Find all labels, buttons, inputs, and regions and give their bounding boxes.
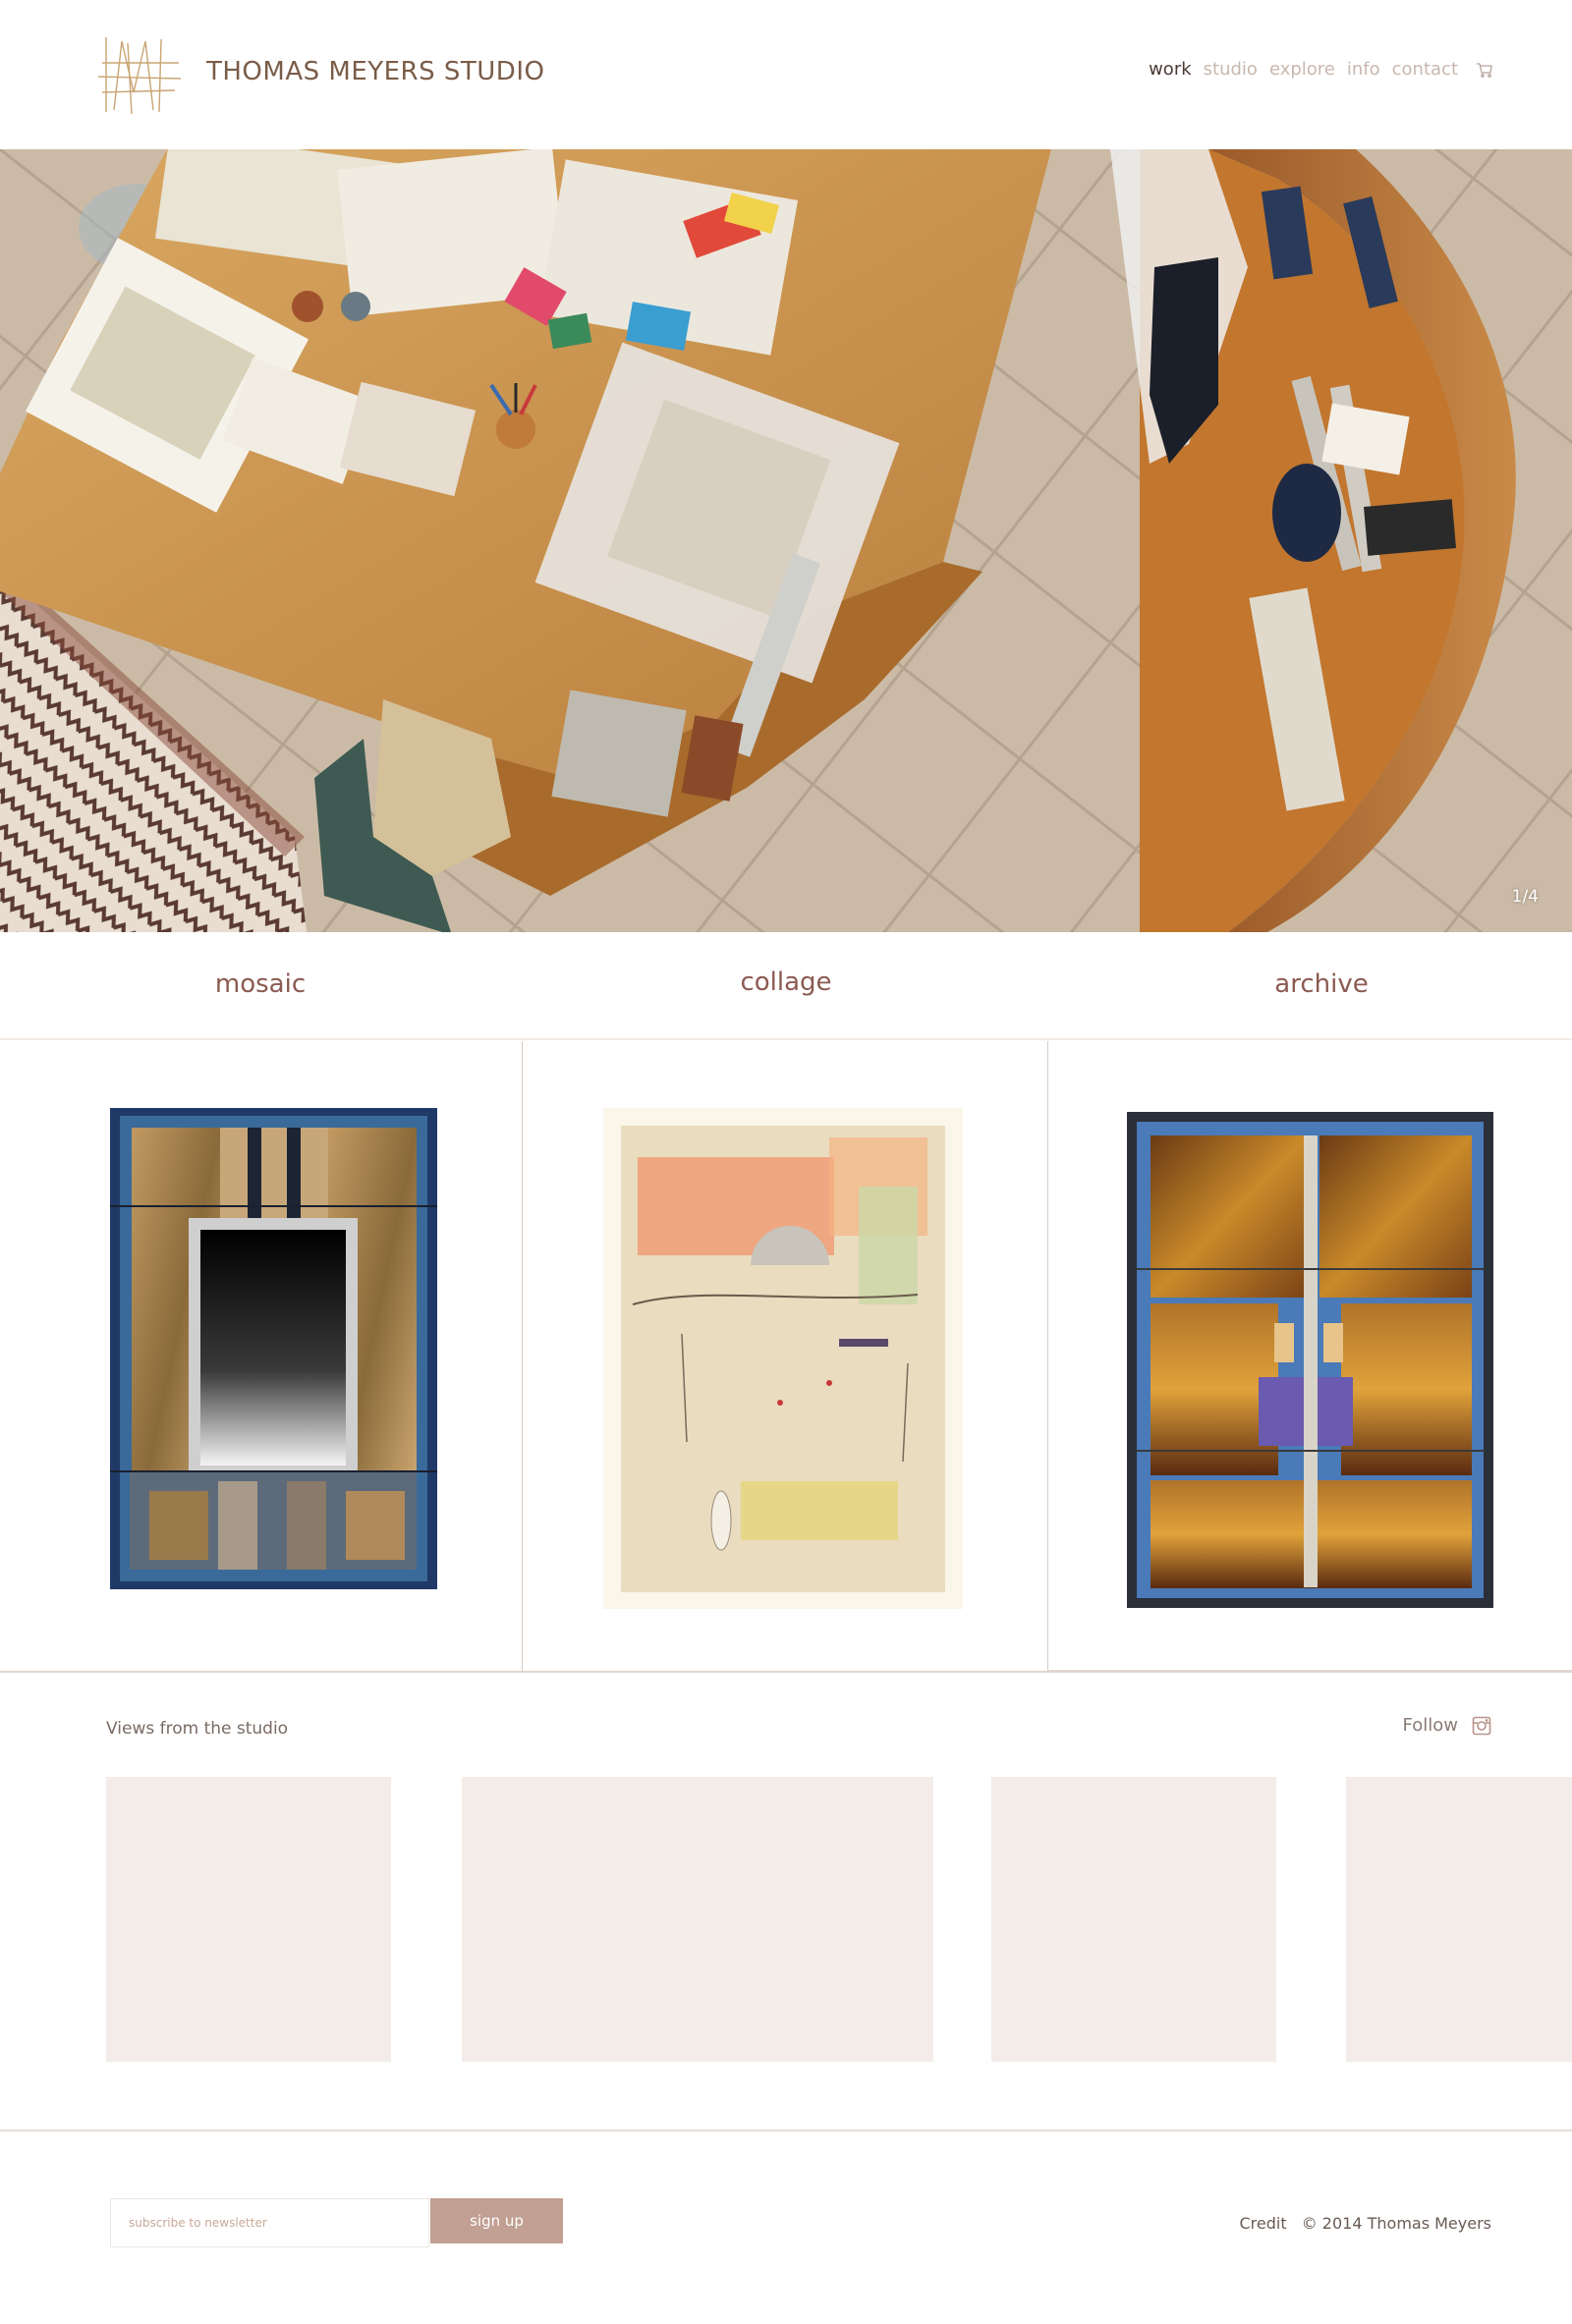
cart-icon[interactable] [1476,61,1493,79]
studio-view-thumb-1[interactable] [106,1777,391,2062]
studio-logo-icon[interactable] [98,33,181,116]
signup-button[interactable]: sign up [430,2198,563,2243]
credit-link[interactable]: Credit [1240,2214,1287,2233]
category-archive[interactable]: archive [1274,969,1368,999]
site-header: THOMAS MEYERS STUDIO work studio explore… [0,0,1572,149]
studio-photo [0,149,1572,932]
brand-name[interactable]: THOMAS MEYERS STUDIO [206,57,544,86]
archive-tile[interactable] [1048,1041,1572,1673]
archive-artwork[interactable] [1127,1112,1493,1608]
studio-view-thumb-3[interactable] [991,1777,1276,2062]
hero-slideshow[interactable]: 1/4 [0,149,1572,932]
mosaic-tile[interactable] [0,1041,523,1673]
instagram-icon[interactable] [1472,1716,1491,1736]
category-grid [0,1041,1572,1673]
nav-work[interactable]: work [1149,59,1192,80]
credit-line: Credit © 2014 Thomas Meyers [1230,2214,1492,2233]
nav-contact[interactable]: contact [1392,59,1458,80]
category-collage[interactable]: collage [740,968,831,997]
footer-divider [0,2130,1572,2131]
collage-artwork[interactable] [603,1108,963,1609]
nav-explore[interactable]: explore [1269,59,1335,80]
newsletter-input[interactable] [110,2198,429,2247]
slide-counter: 1/4 [1511,887,1539,907]
nav-info[interactable]: info [1347,59,1380,80]
nav-studio[interactable]: studio [1204,59,1258,80]
copyright-text: © 2014 Thomas Meyers [1301,2214,1491,2233]
studio-view-thumb-2[interactable] [462,1777,933,2062]
main-nav: work studio explore info contact [1149,59,1493,80]
category-mosaic[interactable]: mosaic [215,969,306,999]
mosaic-artwork[interactable] [110,1108,437,1589]
collage-tile[interactable] [523,1041,1048,1673]
follow-label[interactable]: Follow [1403,1715,1458,1736]
follow-link[interactable]: Follow [1403,1715,1491,1736]
views-title: Views from the studio [106,1719,289,1739]
studio-view-thumb-4[interactable] [1346,1777,1572,2062]
category-nav: mosaic collage archive [0,932,1572,1040]
